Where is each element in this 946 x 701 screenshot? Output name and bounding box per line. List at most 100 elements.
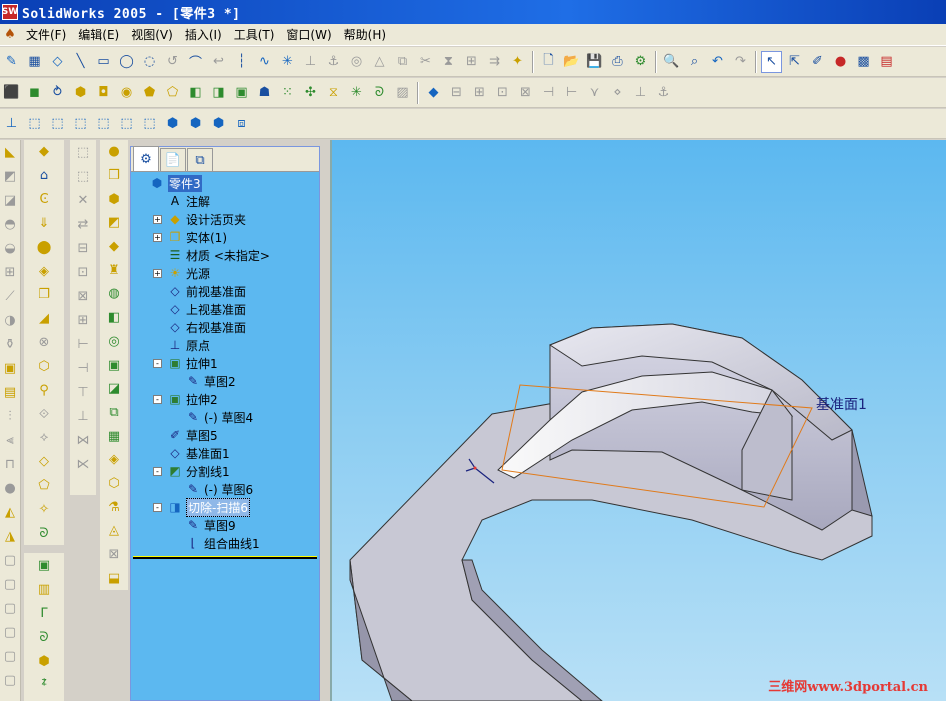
dimetric-view-icon[interactable]: ⬢ xyxy=(208,113,229,135)
sheet-metal-f-icon[interactable]: ⊡ xyxy=(73,261,94,283)
isometric-view-icon[interactable]: ⬢ xyxy=(162,113,183,135)
mirror-icon[interactable]: ⧗ xyxy=(438,51,459,73)
tree-node[interactable]: + ◆ 设计活页夹 xyxy=(131,210,319,228)
top-view-icon[interactable]: ⬚ xyxy=(116,113,137,135)
sheet-metal-l-icon[interactable]: ⊥ xyxy=(73,405,94,427)
offset-entities-icon[interactable]: ◎ xyxy=(346,51,367,73)
edit-sketch-icon[interactable]: ✐ xyxy=(807,51,828,73)
surface-cut-icon[interactable]: ✧ xyxy=(34,498,55,520)
sheet-metal-g-icon[interactable]: ⊠ xyxy=(73,285,94,307)
delete-face-icon[interactable]: ▤ xyxy=(0,381,21,403)
mold-f-icon[interactable]: ♜ xyxy=(104,259,125,281)
centerline-icon[interactable]: ┆ xyxy=(231,51,252,73)
undo-icon[interactable]: ↶ xyxy=(707,51,728,73)
tree-node[interactable]: + ❐ 实体(1) xyxy=(131,228,319,246)
menu-help[interactable]: 帮助(H) xyxy=(338,26,392,43)
fix-icon[interactable]: ⚓ xyxy=(653,82,674,104)
circle-icon[interactable]: ◯ xyxy=(116,51,137,73)
tree-node[interactable]: - ▣ 拉伸2 xyxy=(131,390,319,408)
face-fillet-icon[interactable]: ◣ xyxy=(0,141,21,163)
open-folder-icon[interactable]: 📂 xyxy=(561,51,582,73)
tree-node[interactable]: ⬢ 零件3 xyxy=(131,174,319,192)
collapse-icon[interactable]: - xyxy=(153,358,162,368)
intersect-icon[interactable]: ⊓ xyxy=(0,453,21,475)
surface-sphere-icon[interactable]: ⬤ xyxy=(34,236,55,258)
curve-f-icon[interactable]: ᙇ xyxy=(34,674,55,696)
draft-icon[interactable]: ◩ xyxy=(0,165,21,187)
tree-node[interactable]: ✎ (-) 草图4 xyxy=(131,408,319,426)
surface-offset-icon[interactable]: ❐ xyxy=(34,284,55,306)
perpendicular-icon[interactable]: ⊥ xyxy=(630,82,651,104)
left-view-icon[interactable]: ⬚ xyxy=(70,113,91,135)
mold-o-icon[interactable]: ⬡ xyxy=(104,473,125,495)
centerpoint-arc-icon[interactable]: ◌ xyxy=(139,51,160,73)
linear-pattern-feature-icon[interactable]: ⁙ xyxy=(277,82,298,104)
revolve-c-icon[interactable]: Ͼ xyxy=(34,189,55,211)
sketch-icon[interactable]: ✎ xyxy=(1,51,22,73)
mold-p-icon[interactable]: ⚗ xyxy=(104,496,125,518)
sweep-icon[interactable]: ⥁ xyxy=(47,82,68,104)
mold-g-icon[interactable]: ◍ xyxy=(104,283,125,305)
menu-tools[interactable]: 工具(T) xyxy=(228,26,281,43)
rectangle-icon[interactable]: ▭ xyxy=(93,51,114,73)
traffic-light-icon[interactable]: ● xyxy=(830,51,851,73)
split-icon[interactable]: ⫶ xyxy=(0,405,21,427)
mold-n-icon[interactable]: ◈ xyxy=(104,449,125,471)
sheet-metal-b-icon[interactable]: ⬚ xyxy=(73,165,94,187)
color-grid-icon[interactable]: ▩ xyxy=(853,51,874,73)
tree-node[interactable]: ⊥ 原点 xyxy=(131,336,319,354)
instant3d-icon[interactable]: ▨ xyxy=(392,82,413,104)
mold-s-icon[interactable]: ⬓ xyxy=(104,567,125,589)
save-icon[interactable]: 💾 xyxy=(584,51,605,73)
curve-c-icon[interactable]: ᒥ xyxy=(34,602,55,624)
tree-node[interactable]: - ◩ 分割线1 xyxy=(131,462,319,480)
grid-icon[interactable]: ▦ xyxy=(24,51,45,73)
convert-entities-icon[interactable]: ⧉ xyxy=(392,51,413,73)
wrap-icon[interactable]: ⟋ xyxy=(0,285,21,307)
feature-f-icon[interactable]: ▢ xyxy=(0,669,21,691)
tree-node[interactable]: ◇ 前视基准面 xyxy=(131,282,319,300)
collapse-icon[interactable]: - xyxy=(153,394,162,404)
warning-icon[interactable]: △ xyxy=(369,51,390,73)
repair-sketch-icon[interactable]: ✦ xyxy=(507,51,528,73)
mold-i-icon[interactable]: ◎ xyxy=(104,331,125,353)
menu-edit[interactable]: 编辑(E) xyxy=(72,26,125,43)
expand-icon[interactable]: + xyxy=(153,214,162,224)
front-view-icon[interactable]: ⬚ xyxy=(24,113,45,135)
surface-delete-icon[interactable]: ◇ xyxy=(34,451,55,473)
tangent-arc-icon[interactable]: ↺ xyxy=(162,51,183,73)
curve-a-icon[interactable]: ▣ xyxy=(34,554,55,576)
sheet-metal-i-icon[interactable]: ⊢ xyxy=(73,333,94,355)
surface-extrude-icon[interactable]: ⇓ xyxy=(34,212,55,234)
model-canvas[interactable] xyxy=(332,140,946,701)
surface-trim-icon[interactable]: ⚲ xyxy=(34,379,55,401)
print-icon[interactable]: ⎙ xyxy=(607,51,628,73)
curve-b-icon[interactable]: ▥ xyxy=(34,578,55,600)
display-relations-icon[interactable]: ⚓ xyxy=(323,51,344,73)
freeform-icon[interactable]: ◭ xyxy=(0,501,21,523)
loft-icon[interactable]: ⬢ xyxy=(70,82,91,104)
variable-pattern-icon[interactable]: ◮ xyxy=(0,525,21,547)
reference-geometry-icon[interactable]: ✳ xyxy=(346,82,367,104)
surface-knit-icon[interactable]: ◈ xyxy=(34,260,55,282)
surface-replace-icon[interactable]: ⬠ xyxy=(34,475,55,497)
tree-node[interactable]: ✎ (-) 草图6 xyxy=(131,480,319,498)
sheet-metal-a-icon[interactable]: ⬚ xyxy=(73,141,94,163)
dimension-icon[interactable]: ◆ xyxy=(423,82,444,104)
right-view-icon[interactable]: ⬚ xyxy=(93,113,114,135)
tree-node[interactable]: ◇ 基准面1 xyxy=(131,444,319,462)
lofted-surface-icon[interactable]: ⌂ xyxy=(34,165,55,187)
shape-icon[interactable]: ◒ xyxy=(0,237,21,259)
surface-extend-icon[interactable]: ⟐ xyxy=(34,403,55,425)
menu-window[interactable]: 窗口(W) xyxy=(280,26,337,43)
curve-e-icon[interactable]: ⬢ xyxy=(34,650,55,672)
surface-cancel-icon[interactable]: ⊗ xyxy=(34,332,55,354)
curves-icon[interactable]: ᘐ xyxy=(369,82,390,104)
sphere-icon[interactable]: ● xyxy=(0,477,21,499)
sketch-fillet-icon[interactable]: ↩ xyxy=(208,51,229,73)
add-relation-icon[interactable]: ⊥ xyxy=(300,51,321,73)
tree-node[interactable]: ✎ 草图2 xyxy=(131,372,319,390)
revolved-cut-icon[interactable]: ◉ xyxy=(116,82,137,104)
move-face-icon[interactable]: ▣ xyxy=(0,357,21,379)
tree-node[interactable]: - ▣ 拉伸1 xyxy=(131,354,319,372)
